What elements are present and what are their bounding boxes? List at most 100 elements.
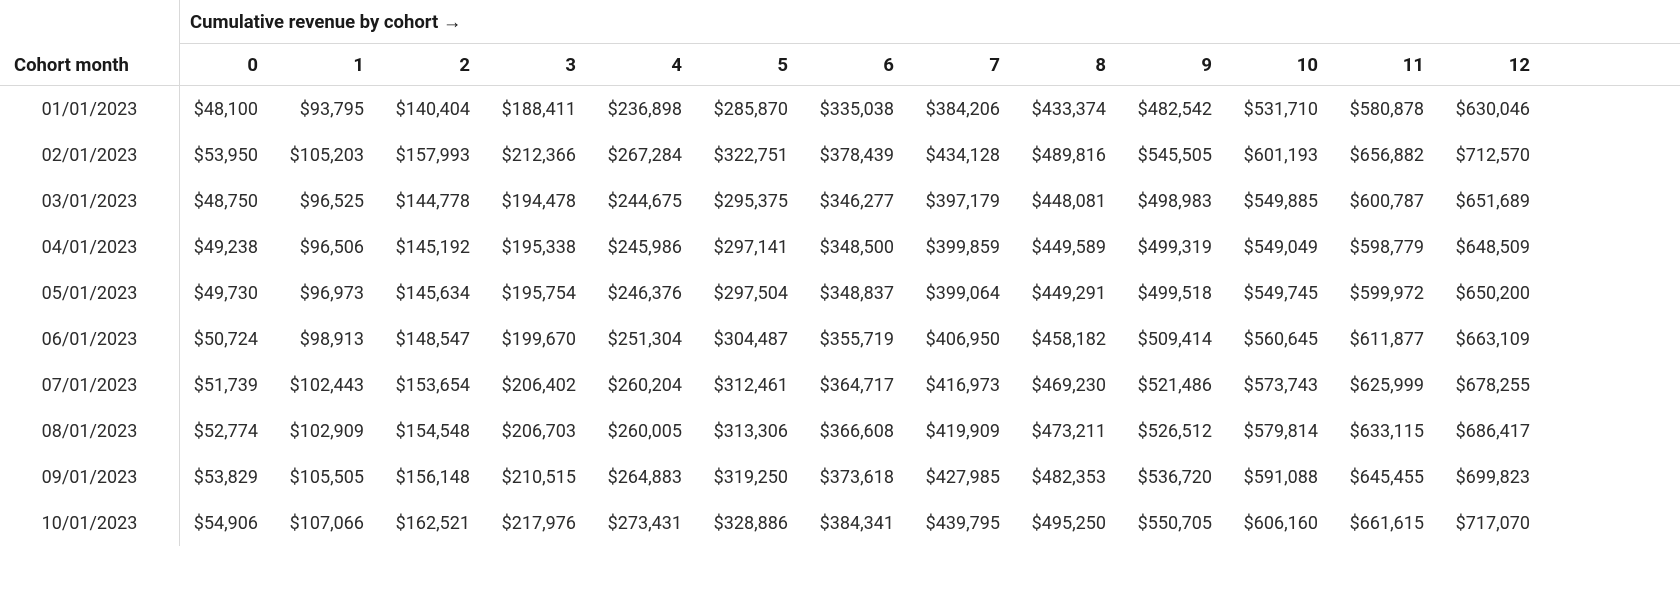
table-cell: $145,634: [382, 283, 488, 304]
table-cell: $482,353: [1018, 467, 1124, 488]
table-cell: $355,719: [806, 329, 912, 350]
table-cell: $549,745: [1230, 283, 1336, 304]
table-cell: $458,182: [1018, 329, 1124, 350]
table-cell: $96,525: [276, 191, 382, 212]
table-row: $49,730$96,973$145,634$195,754$246,376$2…: [180, 270, 1680, 316]
table-cell: $107,066: [276, 513, 382, 534]
table-cell: $297,141: [700, 237, 806, 258]
table-cell: $473,211: [1018, 421, 1124, 442]
table-cell: $591,088: [1230, 467, 1336, 488]
table-cell: $378,439: [806, 145, 912, 166]
table-row: $50,724$98,913$148,547$199,670$251,304$3…: [180, 316, 1680, 362]
first-column: Cohort month 01/01/202302/01/202303/01/2…: [0, 0, 180, 546]
table-row: $54,906$107,066$162,521$217,976$273,431$…: [180, 500, 1680, 546]
table-cell: $625,999: [1336, 375, 1442, 396]
table-row: $53,950$105,203$157,993$212,366$267,284$…: [180, 132, 1680, 178]
table-cell: $427,985: [912, 467, 1018, 488]
column-header: 11: [1336, 54, 1442, 76]
table-cell: $194,478: [488, 191, 594, 212]
table-cell: $260,204: [594, 375, 700, 396]
table-cell: $304,487: [700, 329, 806, 350]
column-header: 7: [912, 54, 1018, 76]
table-cell: $579,814: [1230, 421, 1336, 442]
row-label: 10/01/2023: [0, 500, 179, 546]
table-cell: $686,417: [1442, 421, 1548, 442]
column-header: 10: [1230, 54, 1336, 76]
column-header: 6: [806, 54, 912, 76]
table-cell: $52,774: [180, 421, 276, 442]
table-cell: $156,148: [382, 467, 488, 488]
table-cell: $416,973: [912, 375, 1018, 396]
table-cell: $663,109: [1442, 329, 1548, 350]
table-cell: $154,548: [382, 421, 488, 442]
title-spacer: [0, 0, 179, 44]
table-cell: $600,787: [1336, 191, 1442, 212]
row-label: 04/01/2023: [0, 224, 179, 270]
cohort-table: Cohort month 01/01/202302/01/202303/01/2…: [0, 0, 1680, 546]
column-header: 5: [700, 54, 806, 76]
row-label: 09/01/2023: [0, 454, 179, 500]
table-cell: $50,724: [180, 329, 276, 350]
table-cell: $102,443: [276, 375, 382, 396]
table-cell: $96,506: [276, 237, 382, 258]
table-cell: $384,341: [806, 513, 912, 534]
table-cell: $244,675: [594, 191, 700, 212]
table-cell: $598,779: [1336, 237, 1442, 258]
table-row: $52,774$102,909$154,548$206,703$260,005 $…: [180, 408, 1680, 454]
table-cell: $54,906: [180, 513, 276, 534]
table-cell: $260,005: [594, 421, 700, 442]
table-cell: $712,570: [1442, 145, 1548, 166]
table-cell: $630,046: [1442, 99, 1548, 120]
column-header: 1: [276, 54, 382, 76]
table-cell: $717,070: [1442, 513, 1548, 534]
table-cell: $264,883: [594, 467, 700, 488]
table-cell: $206,703: [488, 421, 594, 442]
table-cell: $573,743: [1230, 375, 1336, 396]
table-cell: $212,366: [488, 145, 594, 166]
table-cell: $251,304: [594, 329, 700, 350]
table-cell: $399,859: [912, 237, 1018, 258]
table-cell: $580,878: [1336, 99, 1442, 120]
table-cell: $322,751: [700, 145, 806, 166]
table-cell: $469,230: [1018, 375, 1124, 396]
table-cell: $348,837: [806, 283, 912, 304]
table-cell: $312,461: [700, 375, 806, 396]
table-cell: $346,277: [806, 191, 912, 212]
table-cell: $297,504: [700, 283, 806, 304]
table-cell: $661,615: [1336, 513, 1442, 534]
table-cell: $449,291: [1018, 283, 1124, 304]
table-cell: $509,414: [1124, 329, 1230, 350]
table-cell: $195,338: [488, 237, 594, 258]
table-cell: $246,376: [594, 283, 700, 304]
table-cell: $498,983: [1124, 191, 1230, 212]
table-cell: $273,431: [594, 513, 700, 534]
table-cell: $439,795: [912, 513, 1018, 534]
data-area: Cumulative revenue by cohort → 012345678…: [180, 0, 1680, 546]
table-cell: $157,993: [382, 145, 488, 166]
table-cell: $210,515: [488, 467, 594, 488]
table-cell: $48,750: [180, 191, 276, 212]
table-cell: $699,823: [1442, 467, 1548, 488]
column-header: 2: [382, 54, 488, 76]
table-cell: $526,512: [1124, 421, 1230, 442]
table-cell: $162,521: [382, 513, 488, 534]
table-cell: $245,986: [594, 237, 700, 258]
column-header: 4: [594, 54, 700, 76]
table-cell: $433,374: [1018, 99, 1124, 120]
table-cell: $611,877: [1336, 329, 1442, 350]
table-cell: $199,670: [488, 329, 594, 350]
table-cell: $48,100: [180, 99, 276, 120]
table-cell: $549,885: [1230, 191, 1336, 212]
column-header: 9: [1124, 54, 1230, 76]
table-cell: $96,973: [276, 283, 382, 304]
table-cell: $188,411: [488, 99, 594, 120]
table-cell: $495,250: [1018, 513, 1124, 534]
row-label: 08/01/2023: [0, 408, 179, 454]
table-cell: $599,972: [1336, 283, 1442, 304]
table-cell: $545,505: [1124, 145, 1230, 166]
table-cell: $449,589: [1018, 237, 1124, 258]
table-cell: $53,829: [180, 467, 276, 488]
column-header: 8: [1018, 54, 1124, 76]
table-cell: $102,909: [276, 421, 382, 442]
table-cell: $489,816: [1018, 145, 1124, 166]
